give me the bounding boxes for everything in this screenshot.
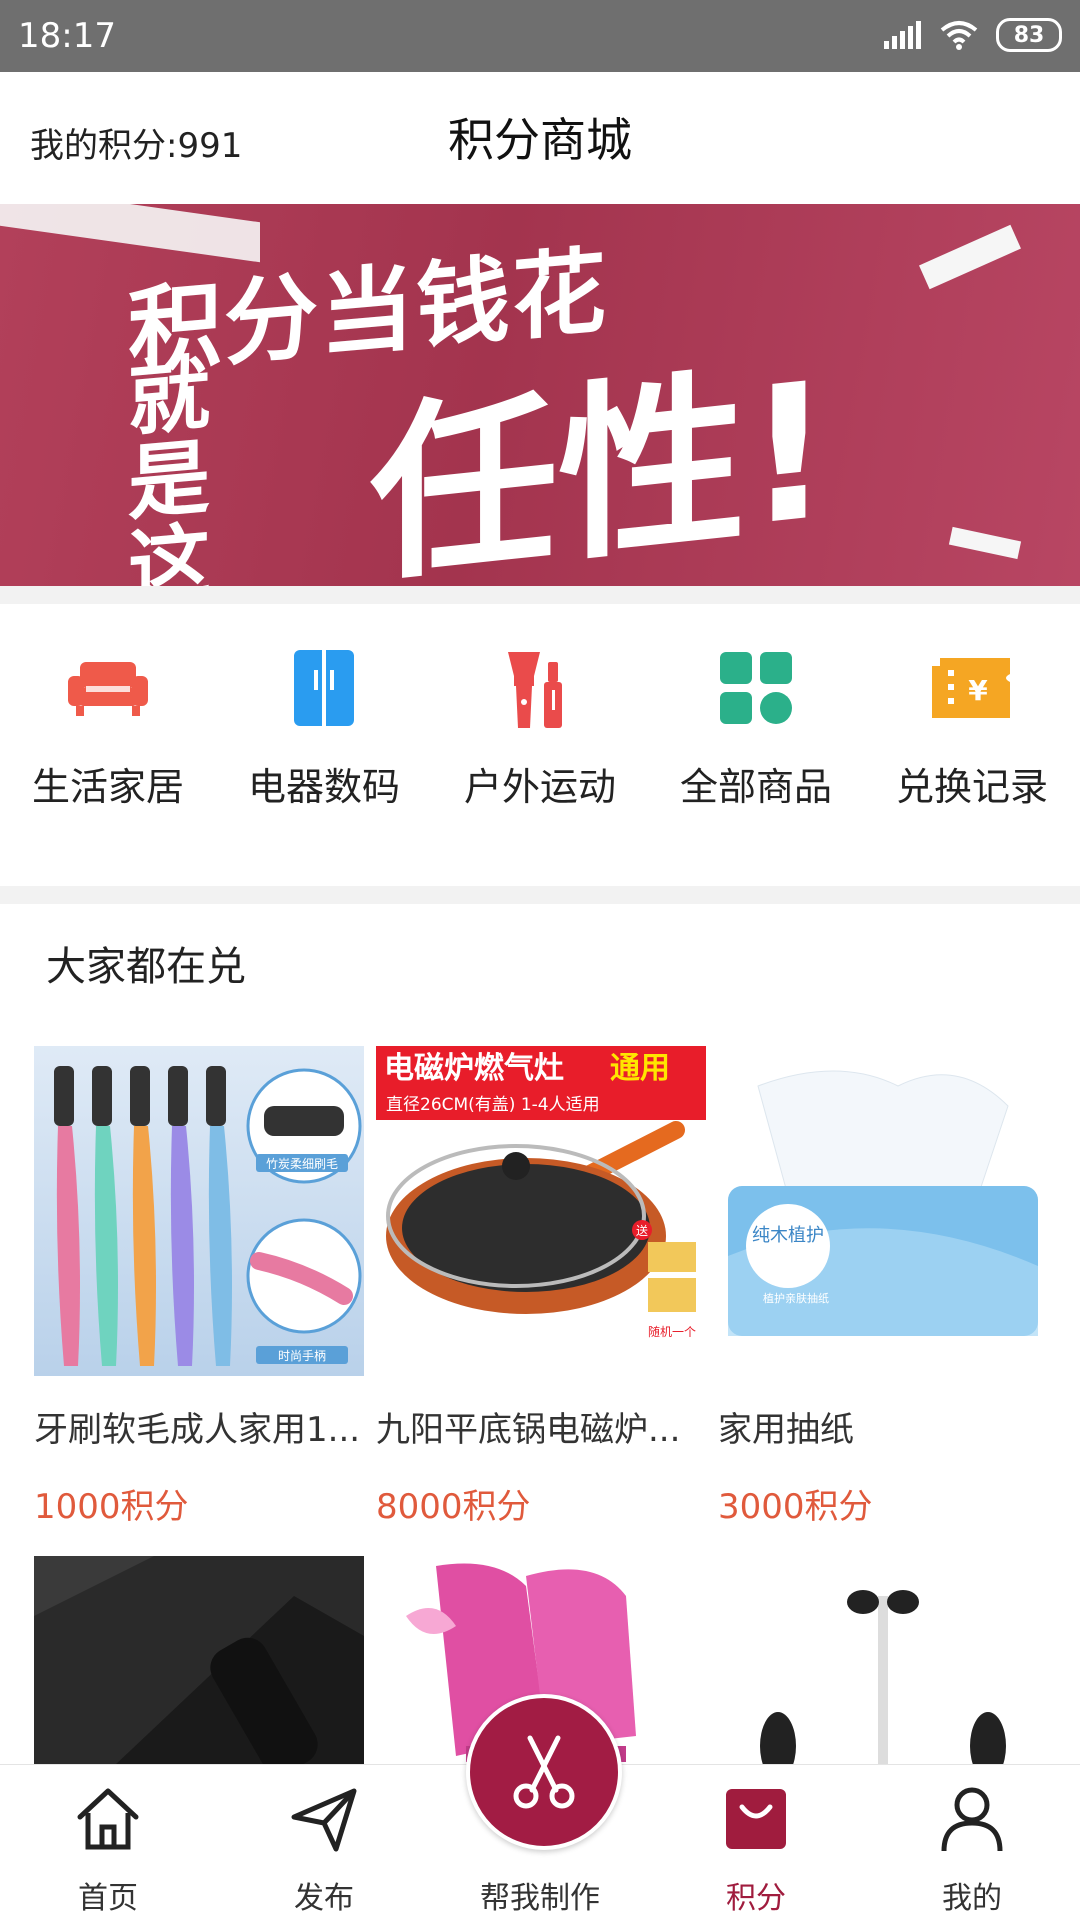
banner-highlight: 任性! — [370, 340, 832, 586]
promo-banner[interactable]: 积分当钱花 就是 这么 任性! — [0, 204, 1080, 586]
banner-line2b: 这么 — [128, 514, 211, 586]
scissors-icon — [513, 1735, 575, 1809]
fridge-icon — [282, 646, 366, 730]
category-label: 兑换记录 — [895, 765, 1048, 809]
product-name: 家用抽纸 — [718, 1410, 854, 1450]
battery-icon: 83 — [996, 18, 1062, 52]
category-label: 全部商品 — [679, 765, 832, 809]
gift-badge: 送 — [636, 1223, 648, 1238]
product-price: 3000积分 — [718, 1487, 873, 1527]
battery-level: 83 — [1013, 22, 1045, 48]
category-label: 电器数码 — [247, 765, 400, 809]
category-all-products[interactable]: 全部商品 — [648, 604, 864, 886]
tab-points[interactable]: 积分 — [648, 1765, 864, 1921]
make-for-me-button[interactable] — [466, 1694, 622, 1850]
tab-publish[interactable]: 发布 — [216, 1765, 432, 1921]
tab-label: 帮我制作 — [480, 1881, 600, 1916]
paper-plane-icon — [284, 1779, 364, 1859]
tissue-sub: 植护亲肤抽纸 — [763, 1291, 829, 1305]
gift-note: 随机一个 — [648, 1324, 696, 1339]
tag-handle: 时尚手柄 — [278, 1349, 326, 1363]
tab-label: 我的 — [942, 1881, 1002, 1916]
category-home-living[interactable]: 生活家居 — [0, 604, 216, 886]
product-card[interactable]: 纯木植护 植护亲肤抽纸 家用抽纸 3000积分 — [718, 1046, 1048, 1528]
tab-label: 首页 — [78, 1881, 138, 1916]
grid-icon — [714, 646, 798, 730]
makeup-brush-icon — [498, 646, 582, 730]
product-image-tissue: 纯木植护 植护亲肤抽纸 — [718, 1046, 1048, 1376]
product-name: 牙刷软毛成人家用1... — [34, 1410, 361, 1450]
header: 我的积分:991 积分商城 — [0, 72, 1080, 204]
pan-banner-b: 通用 — [610, 1051, 670, 1086]
ticket-icon: ¥ — [930, 646, 1014, 730]
product-card[interactable]: 竹炭柔细刷毛 时尚手柄 牙刷软毛成人家用1... 1000积分 — [34, 1046, 364, 1528]
status-icons: 83 — [884, 18, 1062, 52]
section-title: 大家都在兑 — [46, 944, 246, 990]
banner-line2: 就是 这么 — [128, 346, 248, 586]
banner-line2a: 就是 — [128, 346, 211, 533]
tissue-brand: 纯木植护 — [752, 1225, 824, 1246]
product-image-pan: 电磁炉燃气灶 通用 直径26CM(有盖) 1-4人适用 送 随机一个 — [376, 1046, 706, 1376]
popular-section: 大家都在兑 竹炭柔细刷毛 时尚手柄 牙刷软毛成人家用1... 1000积分 电磁… — [0, 904, 1080, 1766]
tab-label: 积分 — [726, 1881, 786, 1916]
wifi-icon — [940, 21, 978, 50]
person-icon — [932, 1779, 1012, 1859]
status-bar: 18:17 83 — [0, 0, 1080, 72]
product-name: 九阳平底锅电磁炉... — [376, 1410, 681, 1450]
svg-text:¥: ¥ — [968, 674, 988, 707]
product-price: 8000积分 — [376, 1487, 531, 1527]
tag-bristles: 竹炭柔细刷毛 — [266, 1157, 338, 1171]
product-image-toothbrush: 竹炭柔细刷毛 时尚手柄 — [34, 1046, 364, 1376]
page-title: 积分商城 — [448, 113, 632, 167]
product-image-thermos — [34, 1556, 364, 1766]
category-nav: 生活家居 电器数码 户外运动 全部商品 ¥ 兑换记录 — [0, 604, 1080, 886]
product-card[interactable] — [34, 1556, 364, 1766]
status-time: 18:17 — [18, 16, 116, 56]
tab-mine[interactable]: 我的 — [864, 1765, 1080, 1921]
signal-icon — [884, 21, 921, 49]
pan-banner-a: 电磁炉燃气灶 — [384, 1051, 564, 1086]
product-price: 1000积分 — [34, 1487, 189, 1527]
shopping-bag-icon — [716, 1779, 796, 1859]
category-electronics[interactable]: 电器数码 — [216, 604, 432, 886]
tab-home[interactable]: 首页 — [0, 1765, 216, 1921]
sofa-icon — [66, 646, 150, 730]
product-card[interactable] — [718, 1556, 1048, 1766]
tab-label: 发布 — [294, 1881, 354, 1916]
home-icon — [68, 1779, 148, 1859]
product-card[interactable]: 电磁炉燃气灶 通用 直径26CM(有盖) 1-4人适用 送 随机一个 九阳平底锅… — [376, 1046, 706, 1528]
product-image-scooter — [718, 1556, 1048, 1766]
category-outdoor[interactable]: 户外运动 — [432, 604, 648, 886]
pan-sub: 直径26CM(有盖) 1-4人适用 — [386, 1095, 600, 1115]
category-label: 生活家居 — [31, 765, 184, 809]
category-exchange-records[interactable]: ¥ 兑换记录 — [864, 604, 1080, 886]
category-label: 户外运动 — [463, 765, 616, 809]
